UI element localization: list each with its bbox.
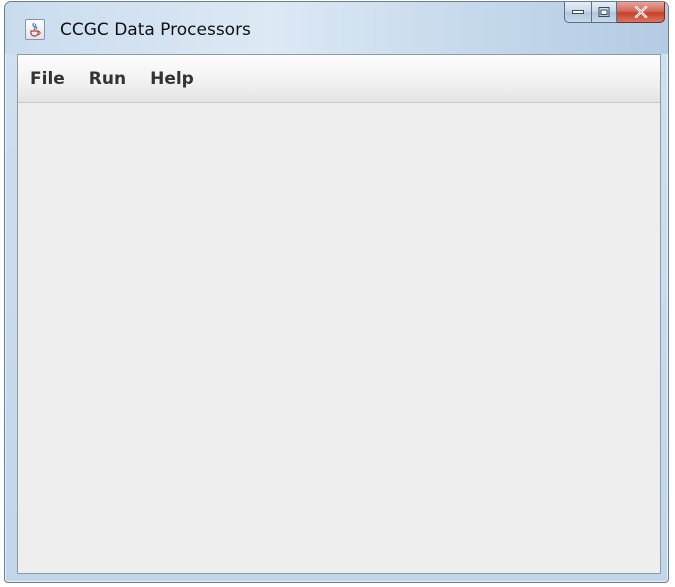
minimize-button[interactable]	[564, 2, 591, 23]
menu-bar: File Run Help	[18, 55, 660, 103]
client-area: File Run Help	[17, 54, 661, 574]
application-window: CCGC Data Processors File Run Help	[4, 1, 669, 583]
caption-buttons	[564, 2, 665, 23]
menu-run[interactable]: Run	[89, 69, 126, 89]
maximize-icon	[598, 7, 610, 17]
menu-help[interactable]: Help	[150, 69, 194, 89]
window-title: CCGC Data Processors	[60, 20, 251, 40]
java-cup-icon[interactable]	[25, 19, 45, 40]
close-icon	[634, 6, 647, 18]
title-bar[interactable]: CCGC Data Processors	[5, 2, 668, 54]
content-panel	[18, 103, 660, 573]
minimize-icon	[572, 10, 584, 14]
maximize-button[interactable]	[591, 2, 617, 23]
close-button[interactable]	[617, 2, 665, 23]
menu-file[interactable]: File	[30, 69, 65, 89]
